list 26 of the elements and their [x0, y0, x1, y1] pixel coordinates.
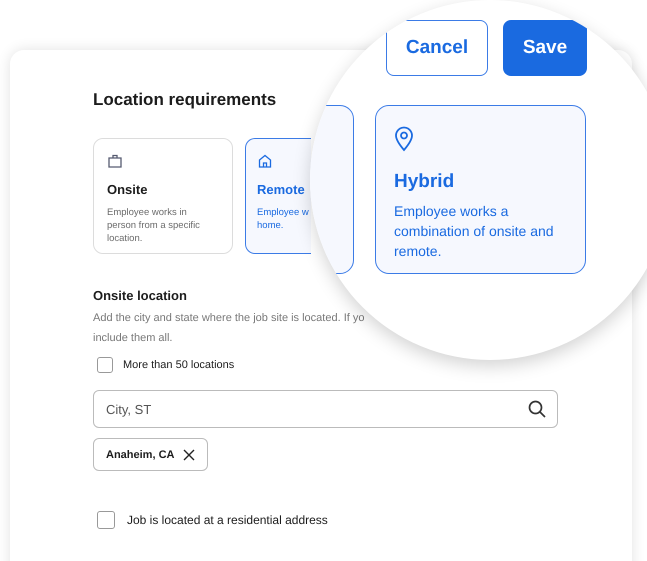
- briefcase-icon: [107, 153, 123, 169]
- search-field[interactable]: City, ST: [93, 390, 558, 428]
- checkbox-label: More than 50 locations: [123, 359, 234, 371]
- location-pin-icon: [394, 126, 414, 152]
- option-card[interactable]: Remote Employee w home.: [245, 138, 311, 254]
- help-text: include them all.: [93, 331, 174, 346]
- house-icon: [257, 153, 273, 169]
- checkbox-label: Job is located at a residential address: [127, 513, 328, 527]
- checkbox[interactable]: [97, 357, 113, 373]
- search-icon: [527, 399, 547, 419]
- save-button[interactable]: Save: [503, 20, 587, 76]
- option-title: Onsite: [107, 182, 148, 197]
- cancel-button[interactable]: Cancel: [386, 20, 488, 76]
- option-title: Hybrid: [394, 171, 456, 193]
- option-description: Employee works a combination of onsite and remote.: [394, 202, 555, 261]
- section-heading: Onsite location: [93, 288, 188, 303]
- section-title: Location requirements: [93, 90, 278, 110]
- help-text: Add the city and state where the job site is located. If yo: [93, 311, 366, 326]
- close-icon[interactable]: [183, 448, 196, 460]
- option-card[interactable]: Onsite Employee works in person from a specific location.: [93, 138, 233, 254]
- tag-label: Anaheim, CA: [106, 448, 174, 460]
- option-title: Remote: [257, 182, 306, 197]
- option-description: Employee works in person from a specific location.: [107, 206, 201, 245]
- checkbox[interactable]: [97, 511, 115, 529]
- option-description: Employee w home.: [257, 206, 310, 232]
- option-card[interactable]: Hybrid Employee works a combination of onsite and remote.: [375, 105, 586, 274]
